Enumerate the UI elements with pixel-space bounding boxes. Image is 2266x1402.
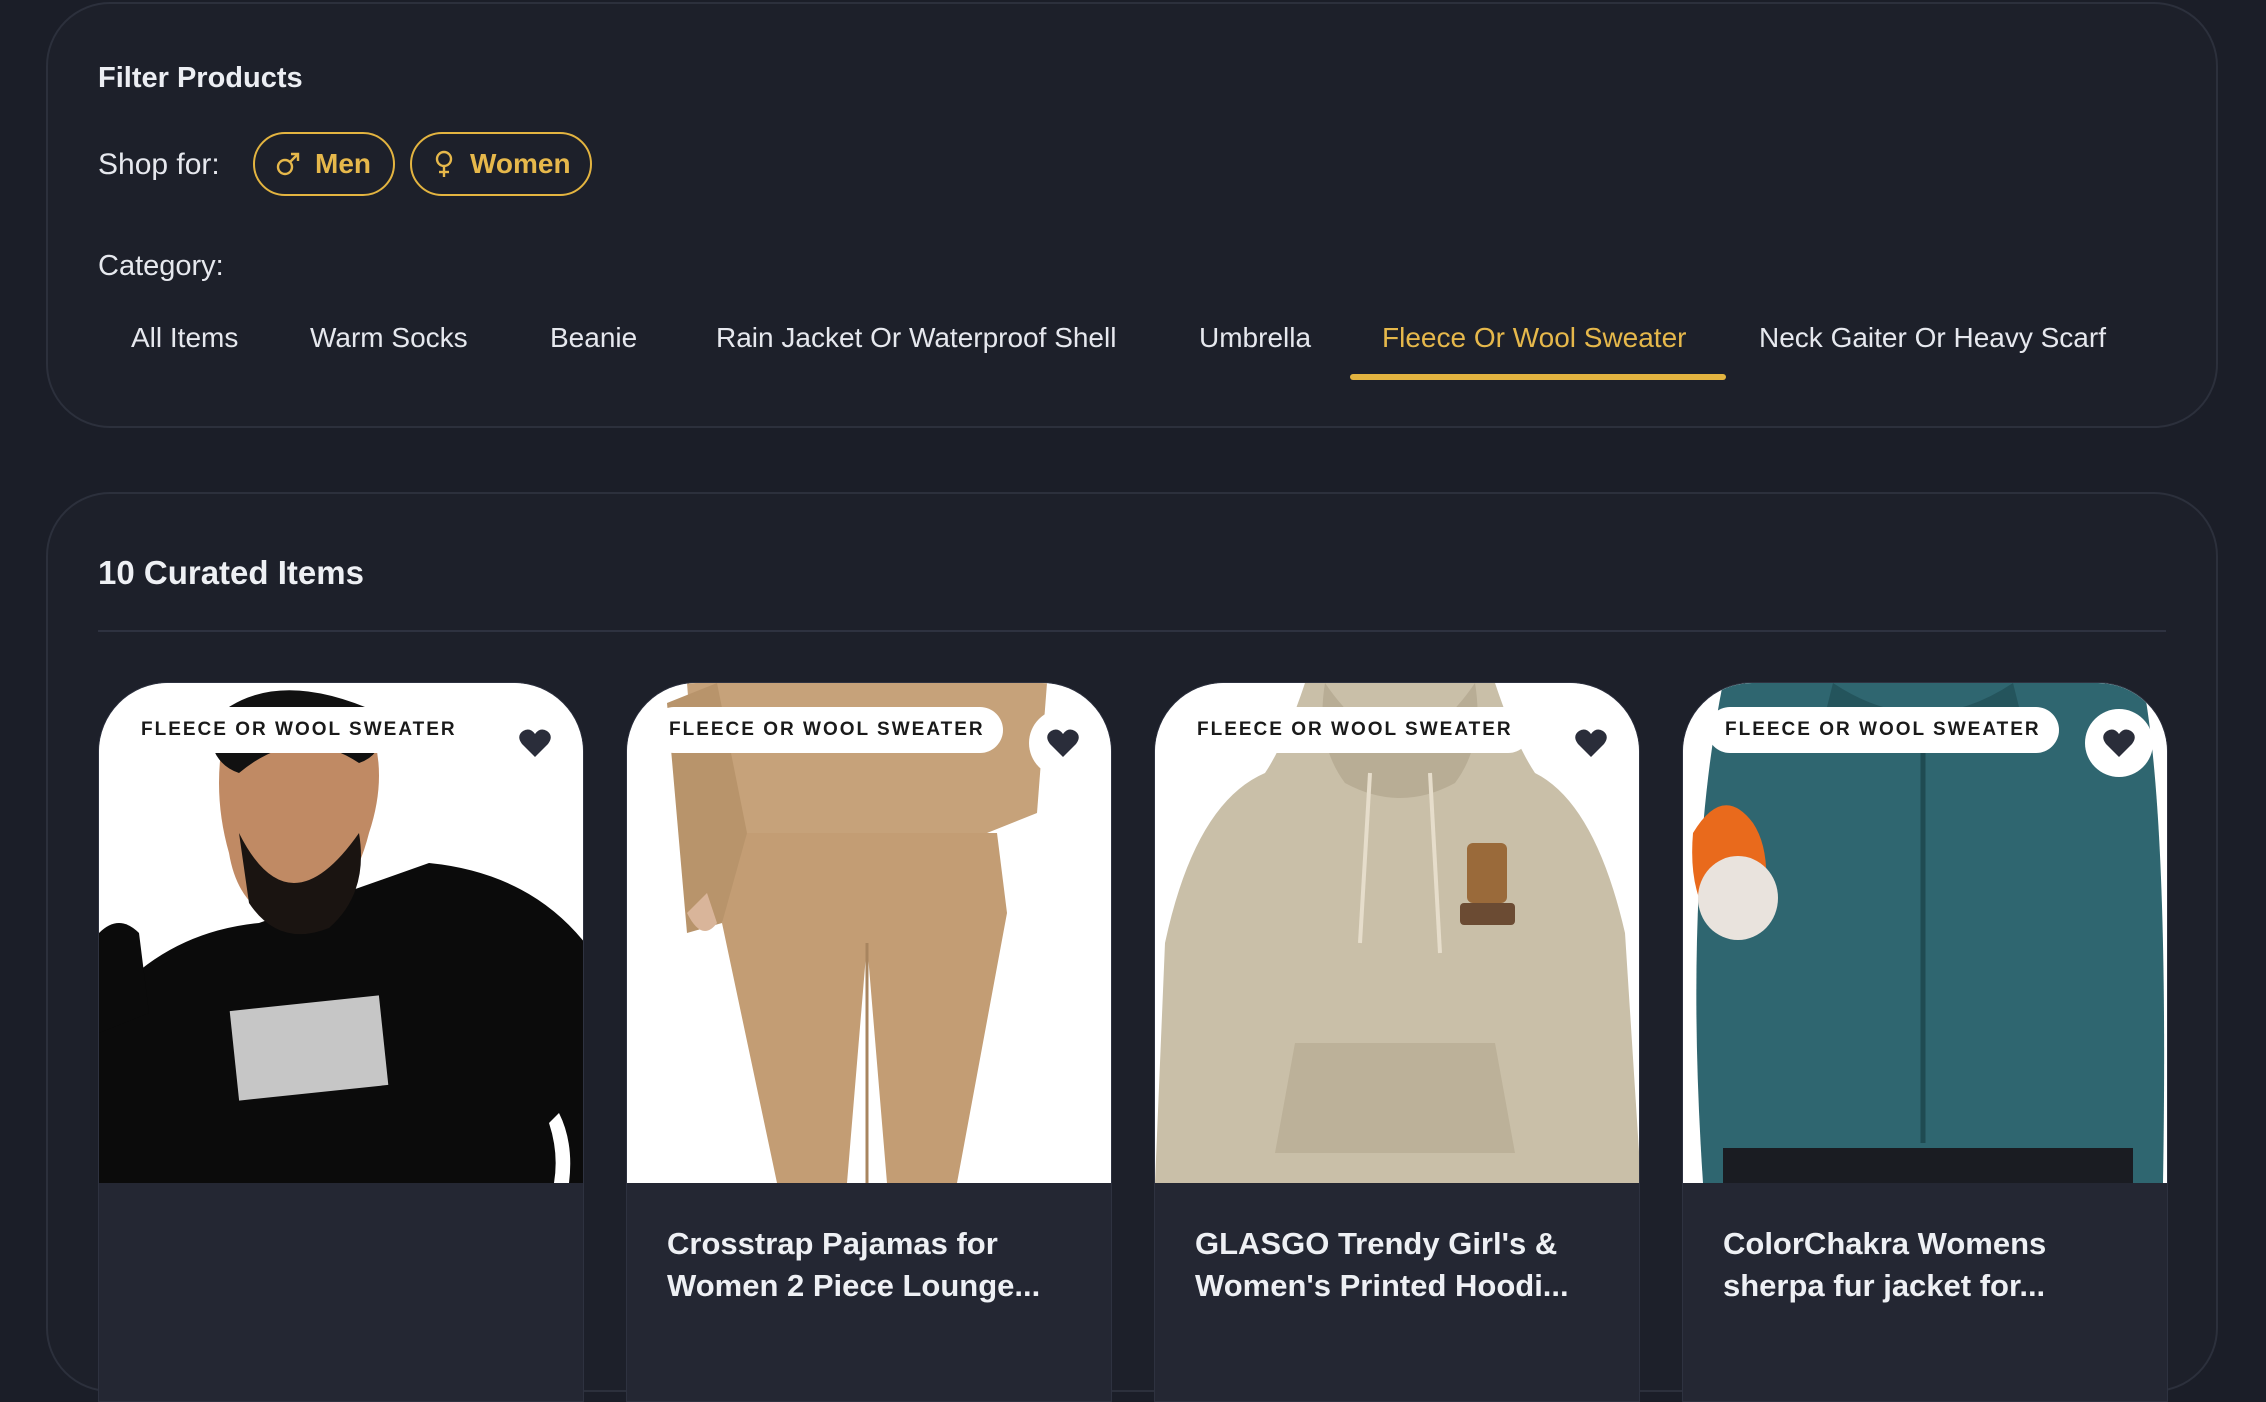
category-tab-all-items[interactable]: All Items	[131, 322, 238, 382]
male-symbol-icon	[275, 151, 301, 177]
category-tab-umbrella[interactable]: Umbrella	[1199, 322, 1311, 382]
category-badge: FLEECE OR WOOL SWEATER	[651, 707, 1003, 753]
product-card[interactable]: FLEECE OR WOOL SWEATER	[98, 682, 584, 1402]
shop-for-label: Shop for:	[98, 148, 220, 181]
favorite-button[interactable]	[2085, 709, 2153, 777]
shop-for-women-label: Women	[470, 148, 571, 179]
favorite-button[interactable]	[501, 709, 569, 777]
category-tabs: All Items Warm Socks Beanie Rain Jacket …	[48, 322, 2216, 382]
heart-icon	[1575, 729, 1607, 757]
category-label: Category:	[98, 250, 224, 282]
category-tab-fleece-sweater[interactable]: Fleece Or Wool Sweater	[1382, 322, 1687, 382]
category-tab-neck-gaiter[interactable]: Neck Gaiter Or Heavy Scarf	[1759, 322, 2106, 382]
category-tab-warm-socks[interactable]: Warm Socks	[310, 322, 468, 382]
product-card[interactable]: GLASGO Trendy Girl's & Women's Printed H…	[1154, 682, 1640, 1402]
product-info: GLASGO Trendy Girl's & Women's Printed H…	[1155, 1183, 1639, 1401]
shop-for-women-button[interactable]: Women	[410, 132, 592, 196]
product-card[interactable]: Crosstrap Pajamas for Women 2 Piece Loun…	[626, 682, 1112, 1402]
heart-icon	[519, 729, 551, 757]
product-info: Crosstrap Pajamas for Women 2 Piece Loun…	[627, 1183, 1111, 1401]
product-card[interactable]: ColorChakra Womens sherpa fur jacket for…	[1682, 682, 2168, 1402]
filter-panel: Filter Products Shop for: Men Women Cate…	[46, 2, 2218, 428]
product-info: ColorChakra Womens sherpa fur jacket for…	[1683, 1183, 2167, 1401]
female-symbol-icon	[432, 150, 456, 178]
category-tab-beanie[interactable]: Beanie	[550, 322, 637, 382]
products-panel: 10 Curated Items FLEECE OR WOOL SWEATER	[46, 492, 2218, 1402]
active-tab-indicator	[1350, 374, 1726, 380]
shop-for-men-button[interactable]: Men	[253, 132, 395, 196]
filter-title: Filter Products	[98, 62, 303, 94]
category-badge: FLEECE OR WOOL SWEATER	[1707, 707, 2059, 753]
items-count-title: 10 Curated Items	[98, 554, 364, 591]
heart-icon	[1047, 729, 1079, 757]
favorite-button[interactable]	[1029, 709, 1097, 777]
product-title[interactable]: Crosstrap Pajamas for Women 2 Piece Loun…	[667, 1223, 1071, 1307]
category-tab-rain-jacket[interactable]: Rain Jacket Or Waterproof Shell	[716, 322, 1116, 382]
product-title[interactable]: ColorChakra Womens sherpa fur jacket for…	[1723, 1223, 2127, 1307]
product-title[interactable]: GLASGO Trendy Girl's & Women's Printed H…	[1195, 1223, 1599, 1307]
favorite-button[interactable]	[1557, 709, 1625, 777]
category-badge: FLEECE OR WOOL SWEATER	[123, 707, 475, 753]
heart-icon	[2103, 729, 2135, 757]
category-badge: FLEECE OR WOOL SWEATER	[1179, 707, 1531, 753]
shop-for-men-label: Men	[315, 148, 371, 179]
divider	[98, 630, 2166, 632]
